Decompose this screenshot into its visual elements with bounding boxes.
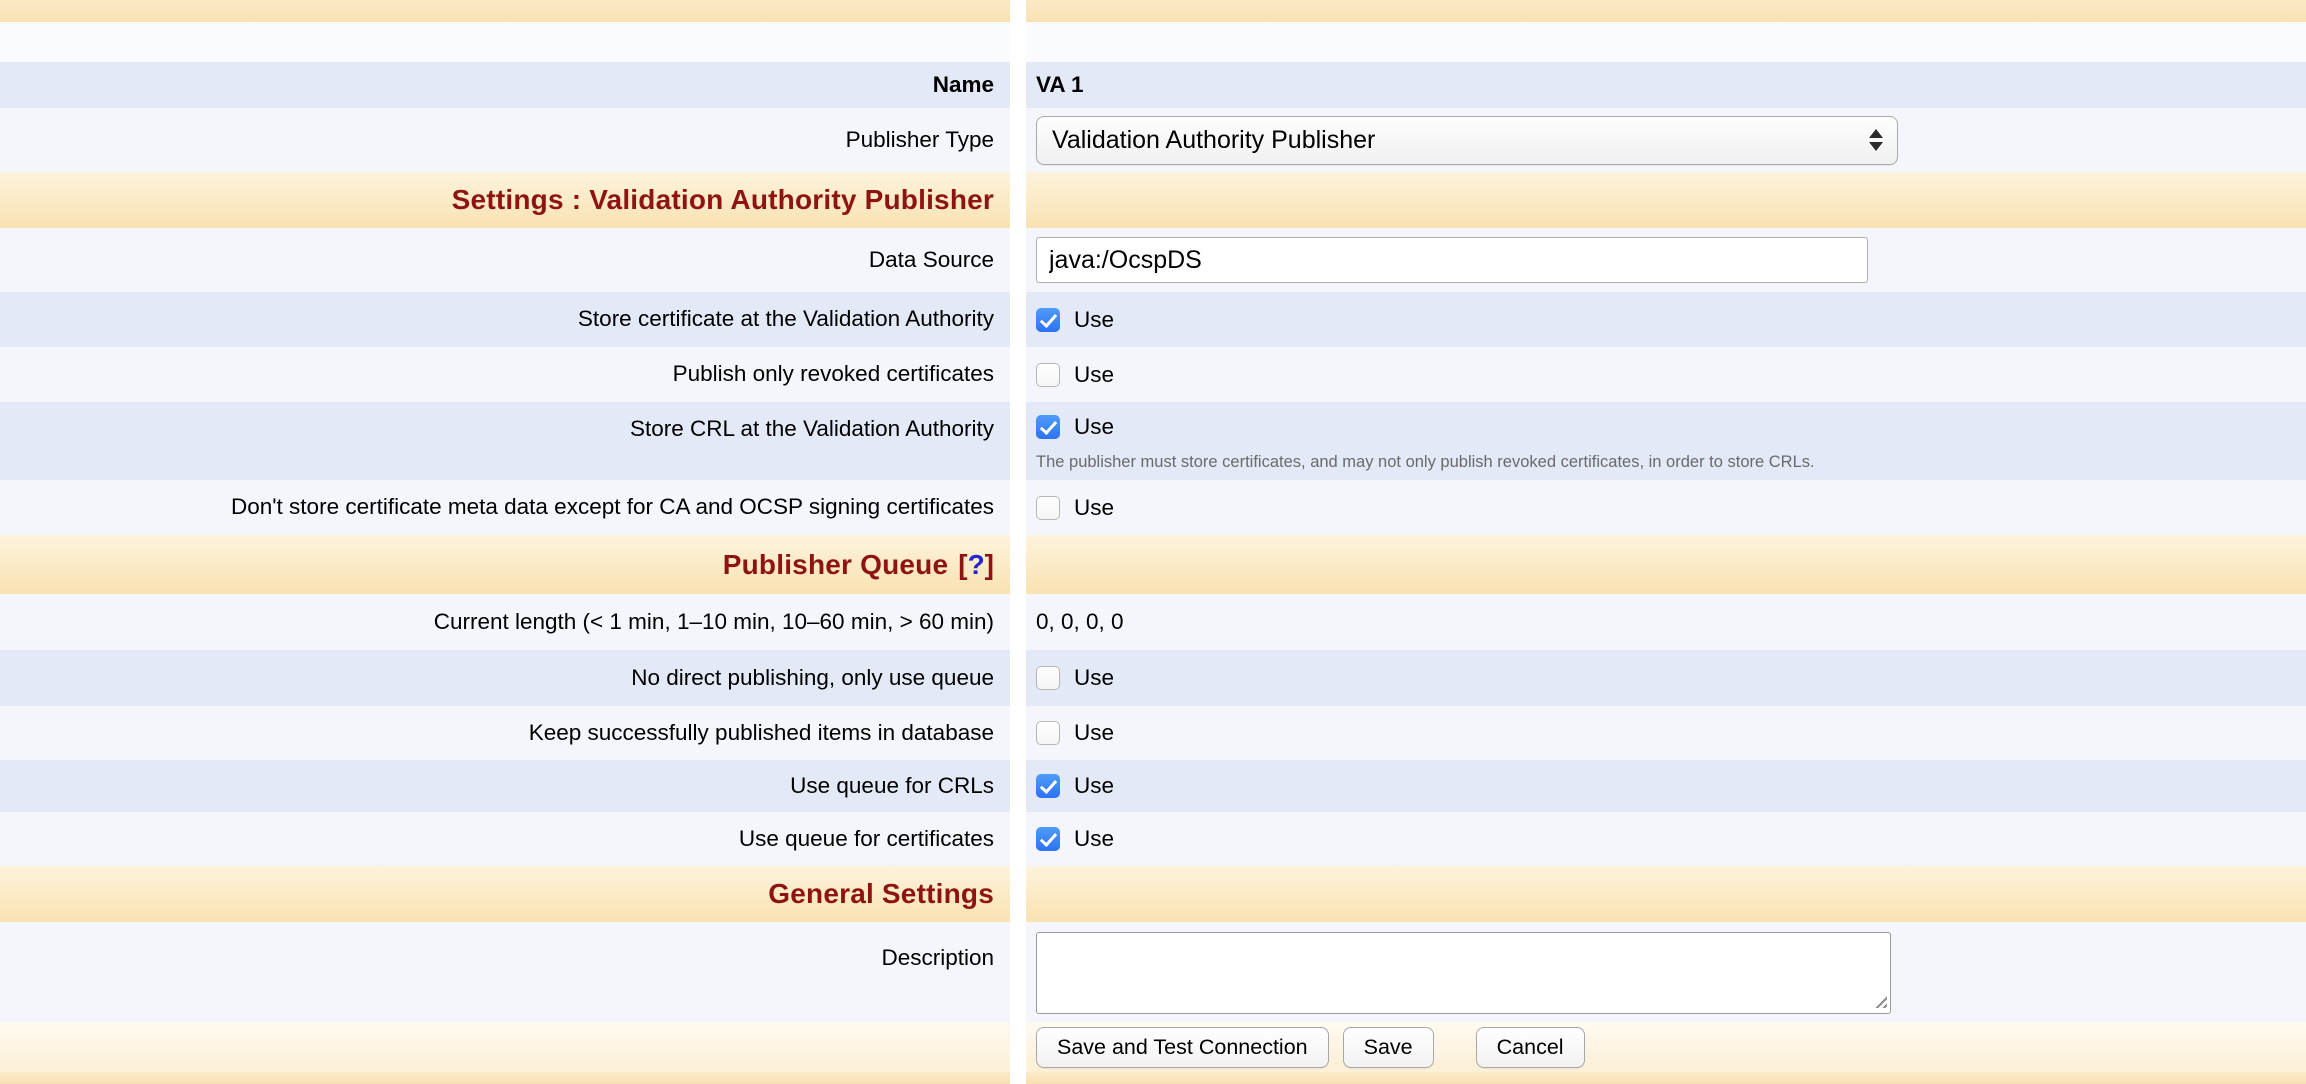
edit-publisher-page: Name VA 1 Publisher Type Validation Auth… xyxy=(0,0,2306,1084)
column-gap xyxy=(1010,292,1026,347)
dont-store-metadata-checkbox[interactable] xyxy=(1036,496,1060,520)
column-gap xyxy=(1010,1072,1026,1084)
use-queue-crls-row: Use queue for CRLs Use xyxy=(0,760,2306,812)
name-row: Name VA 1 xyxy=(0,62,2306,108)
publish-only-revoked-label: Publish only revoked certificates xyxy=(673,360,994,388)
current-length-value: 0, 0, 0, 0 xyxy=(1036,609,1124,635)
column-gap xyxy=(1010,22,1026,62)
column-gap xyxy=(1010,535,1026,594)
use-label: Use xyxy=(1074,414,1114,440)
column-gap xyxy=(1010,228,1026,292)
spacer-row xyxy=(0,22,2306,62)
publisher-type-label: Publisher Type xyxy=(846,126,994,154)
store-crl-row: Store CRL at the Validation Authority Us… xyxy=(0,402,2306,480)
column-gap xyxy=(1010,866,1026,922)
keep-published-items-label: Keep successfully published items in dat… xyxy=(529,719,994,747)
store-crl-label: Store CRL at the Validation Authority xyxy=(630,415,994,443)
use-queue-certificates-label: Use queue for certificates xyxy=(739,825,994,853)
use-label: Use xyxy=(1074,773,1114,799)
chevron-down-icon xyxy=(1869,142,1883,151)
publisher-type-selected-value: Validation Authority Publisher xyxy=(1052,126,1869,155)
keep-published-items-checkbox[interactable] xyxy=(1036,721,1060,745)
select-stepper-icon xyxy=(1869,129,1889,151)
description-textarea[interactable] xyxy=(1036,932,1891,1014)
data-source-input[interactable] xyxy=(1036,237,1868,283)
settings-section-title: Settings : Validation Authority Publishe… xyxy=(452,184,994,216)
actions-row: Save and Test Connection Save Cancel xyxy=(0,1022,2306,1072)
use-queue-crls-checkbox[interactable] xyxy=(1036,774,1060,798)
save-button[interactable]: Save xyxy=(1343,1027,1434,1068)
data-source-label: Data Source xyxy=(869,246,994,274)
publish-only-revoked-checkbox[interactable] xyxy=(1036,363,1060,387)
column-gap xyxy=(1010,1022,1026,1072)
publisher-queue-title: Publisher Queue xyxy=(723,549,949,581)
column-gap xyxy=(1010,706,1026,760)
column-gap xyxy=(1010,760,1026,812)
column-gap xyxy=(1010,650,1026,706)
name-label: Name xyxy=(933,71,994,99)
column-gap xyxy=(1010,402,1026,480)
column-gap xyxy=(1010,812,1026,866)
column-gap xyxy=(1010,480,1026,535)
use-label: Use xyxy=(1074,495,1114,521)
settings-section-header: Settings : Validation Authority Publishe… xyxy=(0,172,2306,228)
current-length-label: Current length (< 1 min, 1–10 min, 10–60… xyxy=(434,608,994,636)
no-direct-publishing-row: No direct publishing, only use queue Use xyxy=(0,650,2306,706)
description-row: Description xyxy=(0,922,2306,1022)
use-queue-certificates-checkbox[interactable] xyxy=(1036,827,1060,851)
publisher-type-row: Publisher Type Validation Authority Publ… xyxy=(0,108,2306,172)
column-gap xyxy=(1010,0,1026,22)
publisher-type-select[interactable]: Validation Authority Publisher xyxy=(1036,116,1898,165)
use-label: Use xyxy=(1074,826,1114,852)
queue-help-link[interactable]: [?] xyxy=(958,549,994,581)
use-label: Use xyxy=(1074,720,1114,746)
publish-only-revoked-row: Publish only revoked certificates Use xyxy=(0,347,2306,402)
use-queue-certificates-row: Use queue for certificates Use xyxy=(0,812,2306,866)
bottom-band xyxy=(0,1072,2306,1084)
column-gap xyxy=(1010,594,1026,650)
current-length-row: Current length (< 1 min, 1–10 min, 10–60… xyxy=(0,594,2306,650)
use-label: Use xyxy=(1074,307,1114,333)
publisher-queue-header: Publisher Queue [?] xyxy=(0,535,2306,594)
general-settings-header: General Settings xyxy=(0,866,2306,922)
store-certificate-checkbox[interactable] xyxy=(1036,308,1060,332)
store-crl-note: The publisher must store certificates, a… xyxy=(1036,452,1815,473)
dont-store-metadata-label: Don't store certificate meta data except… xyxy=(231,493,994,521)
name-value: VA 1 xyxy=(1036,72,1084,98)
no-direct-publishing-label: No direct publishing, only use queue xyxy=(631,664,994,692)
data-source-row: Data Source xyxy=(0,228,2306,292)
store-certificate-label: Store certificate at the Validation Auth… xyxy=(578,305,994,333)
column-gap xyxy=(1010,62,1026,108)
column-gap xyxy=(1010,347,1026,402)
use-label: Use xyxy=(1074,362,1114,388)
store-crl-checkbox[interactable] xyxy=(1036,415,1060,439)
help-question-icon: ? xyxy=(968,549,985,580)
cancel-button[interactable]: Cancel xyxy=(1476,1027,1585,1068)
save-and-test-connection-button[interactable]: Save and Test Connection xyxy=(1036,1027,1329,1068)
description-label: Description xyxy=(881,944,994,972)
top-band xyxy=(0,0,2306,22)
dont-store-metadata-row: Don't store certificate meta data except… xyxy=(0,480,2306,535)
use-label: Use xyxy=(1074,665,1114,691)
store-certificate-row: Store certificate at the Validation Auth… xyxy=(0,292,2306,347)
keep-published-items-row: Keep successfully published items in dat… xyxy=(0,706,2306,760)
chevron-up-icon xyxy=(1869,129,1883,138)
column-gap xyxy=(1010,172,1026,228)
use-queue-crls-label: Use queue for CRLs xyxy=(790,772,994,800)
column-gap xyxy=(1010,108,1026,172)
column-gap xyxy=(1010,922,1026,1022)
no-direct-publishing-checkbox[interactable] xyxy=(1036,666,1060,690)
general-settings-title: General Settings xyxy=(768,878,994,910)
